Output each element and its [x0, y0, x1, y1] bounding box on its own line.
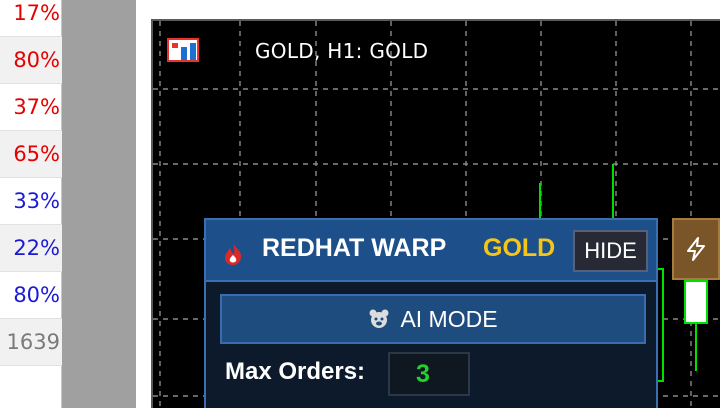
max-orders-label: Max Orders: — [225, 358, 366, 385]
flame-icon — [225, 244, 242, 265]
percent-row: 80% — [0, 272, 62, 319]
percent-value: 33% — [13, 189, 60, 213]
hide-button[interactable]: HIDE — [573, 230, 648, 272]
chart-header: GOLD, H1: GOLD — [167, 38, 428, 64]
chart-bars-icon[interactable] — [167, 38, 245, 63]
percent-column: 17% 80% 37% 65% 33% 22% 80% 1639 — [0, 0, 62, 408]
chart-title: GOLD, H1: GOLD — [255, 39, 429, 63]
brand-symbol: GOLD — [483, 234, 556, 262]
max-orders-input[interactable]: 3 — [388, 352, 470, 396]
ai-mode-button[interactable]: AI MODE — [220, 294, 646, 344]
percent-row: 80% — [0, 37, 62, 84]
percent-row: 1639 — [0, 319, 62, 366]
percent-value: 80% — [13, 283, 60, 307]
percent-row: 33% — [0, 178, 62, 225]
ai-mode-label: AI MODE — [400, 305, 498, 332]
panel-header: REDHAT WARP GOLD HIDE — [206, 220, 656, 282]
brand-name: REDHAT WARP — [262, 234, 447, 262]
percent-row: 65% — [0, 131, 62, 178]
percent-value: 1639 — [6, 330, 60, 354]
percent-row: 37% — [0, 84, 62, 131]
percent-value: 65% — [13, 142, 60, 166]
percent-value: 22% — [13, 236, 60, 260]
percent-row: 22% — [0, 225, 62, 272]
percent-value: 37% — [13, 95, 60, 119]
lightning-icon — [687, 237, 705, 261]
ea-panel: REDHAT WARP GOLD HIDE AI MODE Max Orders… — [204, 218, 658, 408]
percent-value: 17% — [13, 1, 60, 25]
bear-icon — [369, 309, 389, 328]
percent-value: 80% — [13, 48, 60, 72]
window-gap — [62, 0, 136, 408]
side-toggle-button[interactable] — [672, 218, 720, 280]
percent-row: 17% — [0, 0, 62, 37]
